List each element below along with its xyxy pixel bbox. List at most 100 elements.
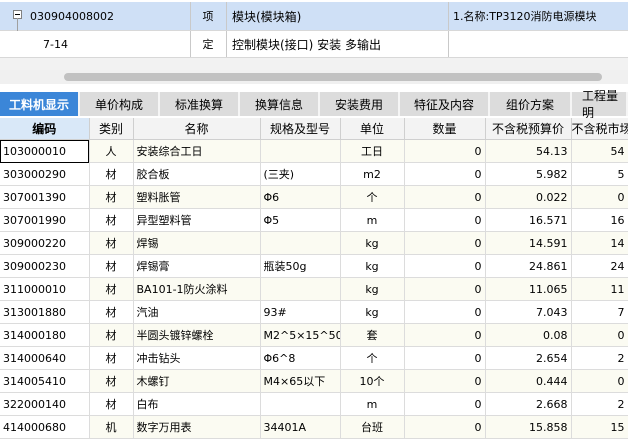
table-row[interactable]: 414000680 机数字万用表 34401A 台班 0 15.858 15 bbox=[0, 415, 628, 439]
cell-price[interactable]: 2.654 bbox=[485, 346, 572, 370]
tab-standard-conversion[interactable]: 标准换算 bbox=[160, 92, 240, 116]
cell-cat[interactable]: 材 bbox=[89, 254, 134, 278]
cell-qty[interactable]: 0 bbox=[404, 254, 486, 278]
column-header-category[interactable]: 类别 bbox=[89, 118, 134, 140]
column-header-code[interactable]: 编码 bbox=[0, 118, 90, 140]
cell-code[interactable]: 313001880 bbox=[0, 300, 90, 324]
column-header-market-price[interactable]: 不含税市场 bbox=[571, 118, 628, 140]
cell-code[interactable]: 314000180 bbox=[0, 323, 90, 347]
cell-price[interactable]: 0.08 bbox=[485, 323, 572, 347]
column-header-quantity[interactable]: 数量 bbox=[404, 118, 486, 140]
cell-unit[interactable]: 工日 bbox=[340, 139, 405, 163]
cell-qty[interactable]: 0 bbox=[404, 415, 486, 439]
cell-unit[interactable]: 套 bbox=[340, 323, 405, 347]
cell-cat[interactable]: 材 bbox=[89, 208, 134, 232]
cell-unit[interactable]: 个 bbox=[340, 346, 405, 370]
cell-market[interactable]: 2 bbox=[571, 346, 628, 370]
cell-price[interactable]: 15.858 bbox=[485, 415, 572, 439]
cell-code[interactable]: 103000010 bbox=[0, 139, 90, 163]
cell-price[interactable]: 5.982 bbox=[485, 162, 572, 186]
cell-code[interactable]: 414000680 bbox=[0, 415, 90, 439]
cell-qty[interactable]: 0 bbox=[404, 139, 486, 163]
cell-spec[interactable] bbox=[260, 392, 341, 416]
cell-qty[interactable]: 0 bbox=[404, 392, 486, 416]
cell-name[interactable]: BA101-1防火涂料 bbox=[133, 277, 261, 301]
cell-qty[interactable]: 0 bbox=[404, 346, 486, 370]
cell-spec[interactable]: M4×65以下 bbox=[260, 369, 341, 393]
cell-spec[interactable]: Φ5 bbox=[260, 208, 341, 232]
cell-spec[interactable] bbox=[260, 231, 341, 255]
cell-price[interactable]: 0.444 bbox=[485, 369, 572, 393]
cell-spec[interactable]: 34401A bbox=[260, 415, 341, 439]
cell-market[interactable]: 5 bbox=[571, 162, 628, 186]
cell-code[interactable]: 322000140 bbox=[0, 392, 90, 416]
cell-code[interactable]: 307001990 bbox=[0, 208, 90, 232]
cell-code[interactable]: 303000290 bbox=[0, 162, 90, 186]
cell-cat[interactable]: 材 bbox=[89, 346, 134, 370]
cell-spec[interactable]: M2^5×15^50 bbox=[260, 323, 341, 347]
cell-cat[interactable]: 人 bbox=[89, 139, 134, 163]
cell-qty[interactable]: 0 bbox=[404, 231, 486, 255]
cell-qty[interactable]: 0 bbox=[404, 369, 486, 393]
cell-market[interactable]: 0 bbox=[571, 369, 628, 393]
cell-cat[interactable]: 材 bbox=[89, 369, 134, 393]
cell-unit[interactable]: m bbox=[340, 392, 405, 416]
table-row[interactable]: 311000010 材 BA101-1防火涂料 kg 0 11.065 11 bbox=[0, 277, 628, 301]
cell-spec[interactable]: (三夹) bbox=[260, 162, 341, 186]
tab-features[interactable]: 特征及内容 bbox=[400, 92, 490, 116]
cell-qty[interactable]: 0 bbox=[404, 323, 486, 347]
tab-materials[interactable]: 工料机显示 bbox=[0, 92, 80, 116]
cell-market[interactable]: 24 bbox=[571, 254, 628, 278]
table-row[interactable]: 309000220 材焊锡 kg 0 14.591 14 bbox=[0, 231, 628, 255]
cell-market[interactable]: 2 bbox=[571, 392, 628, 416]
cell-market[interactable]: 54 bbox=[571, 139, 628, 163]
cell-price[interactable]: 54.13 bbox=[485, 139, 572, 163]
cell-unit[interactable]: kg bbox=[340, 300, 405, 324]
cell-price[interactable]: 7.043 bbox=[485, 300, 572, 324]
cell-code[interactable]: 307001390 bbox=[0, 185, 90, 209]
cell-price[interactable]: 0.022 bbox=[485, 185, 572, 209]
cell-unit[interactable]: 10个 bbox=[340, 369, 405, 393]
tab-install-fee[interactable]: 安装费用 bbox=[320, 92, 400, 116]
cell-cat[interactable]: 材 bbox=[89, 300, 134, 324]
column-header-spec[interactable]: 规格及型号 bbox=[260, 118, 341, 140]
cell-name[interactable]: 塑料胀管 bbox=[133, 185, 261, 209]
cell-price[interactable]: 11.065 bbox=[485, 277, 572, 301]
cell-name[interactable]: 白布 bbox=[133, 392, 261, 416]
tab-quantity[interactable]: 工程量明 bbox=[572, 89, 628, 120]
cell-cat[interactable]: 材 bbox=[89, 323, 134, 347]
cell-market[interactable]: 0 bbox=[571, 323, 628, 347]
cell-unit[interactable]: kg bbox=[340, 254, 405, 278]
cell-cat[interactable]: 材 bbox=[89, 392, 134, 416]
cell-market[interactable]: 7 bbox=[571, 300, 628, 324]
cell-unit[interactable]: kg bbox=[340, 277, 405, 301]
tab-pricing-plan[interactable]: 组价方案 bbox=[490, 92, 572, 116]
cell-spec[interactable] bbox=[260, 277, 341, 301]
cell-market[interactable]: 16 bbox=[571, 208, 628, 232]
cell-qty[interactable]: 0 bbox=[404, 162, 486, 186]
list-item-item[interactable]: 030904008002 项 模块(模块箱) 1.名称:TP3120消防电源模块 bbox=[0, 2, 628, 31]
table-row[interactable]: 309000230 材焊锡膏 瓶装50g kg 0 24.861 24 bbox=[0, 254, 628, 278]
cell-code[interactable]: 309000220 bbox=[0, 231, 90, 255]
cell-price[interactable]: 16.571 bbox=[485, 208, 572, 232]
cell-name[interactable]: 汽油 bbox=[133, 300, 261, 324]
cell-qty[interactable]: 0 bbox=[404, 208, 486, 232]
cell-unit[interactable]: 台班 bbox=[340, 415, 405, 439]
list-item-quota[interactable]: 7-14 定 控制模块(接口) 安装 多输出 bbox=[0, 31, 628, 58]
table-row[interactable]: 303000290 材胶合板 (三夹) m2 0 5.982 5 bbox=[0, 162, 628, 186]
cell-market[interactable]: 0 bbox=[571, 185, 628, 209]
cell-spec[interactable]: Φ6 bbox=[260, 185, 341, 209]
tab-unit-price[interactable]: 单价构成 bbox=[80, 92, 160, 116]
cell-spec[interactable]: Φ6^8 bbox=[260, 346, 341, 370]
cell-unit[interactable]: m2 bbox=[340, 162, 405, 186]
cell-cat[interactable]: 材 bbox=[89, 231, 134, 255]
cell-price[interactable]: 24.861 bbox=[485, 254, 572, 278]
cell-cat[interactable]: 材 bbox=[89, 162, 134, 186]
cell-code[interactable]: 314005410 bbox=[0, 369, 90, 393]
column-header-name[interactable]: 名称 bbox=[133, 118, 261, 140]
cell-cat[interactable]: 材 bbox=[89, 185, 134, 209]
cell-name[interactable]: 安装综合工日 bbox=[133, 139, 261, 163]
cell-qty[interactable]: 0 bbox=[404, 300, 486, 324]
cell-market[interactable]: 11 bbox=[571, 277, 628, 301]
cell-name[interactable]: 焊锡膏 bbox=[133, 254, 261, 278]
